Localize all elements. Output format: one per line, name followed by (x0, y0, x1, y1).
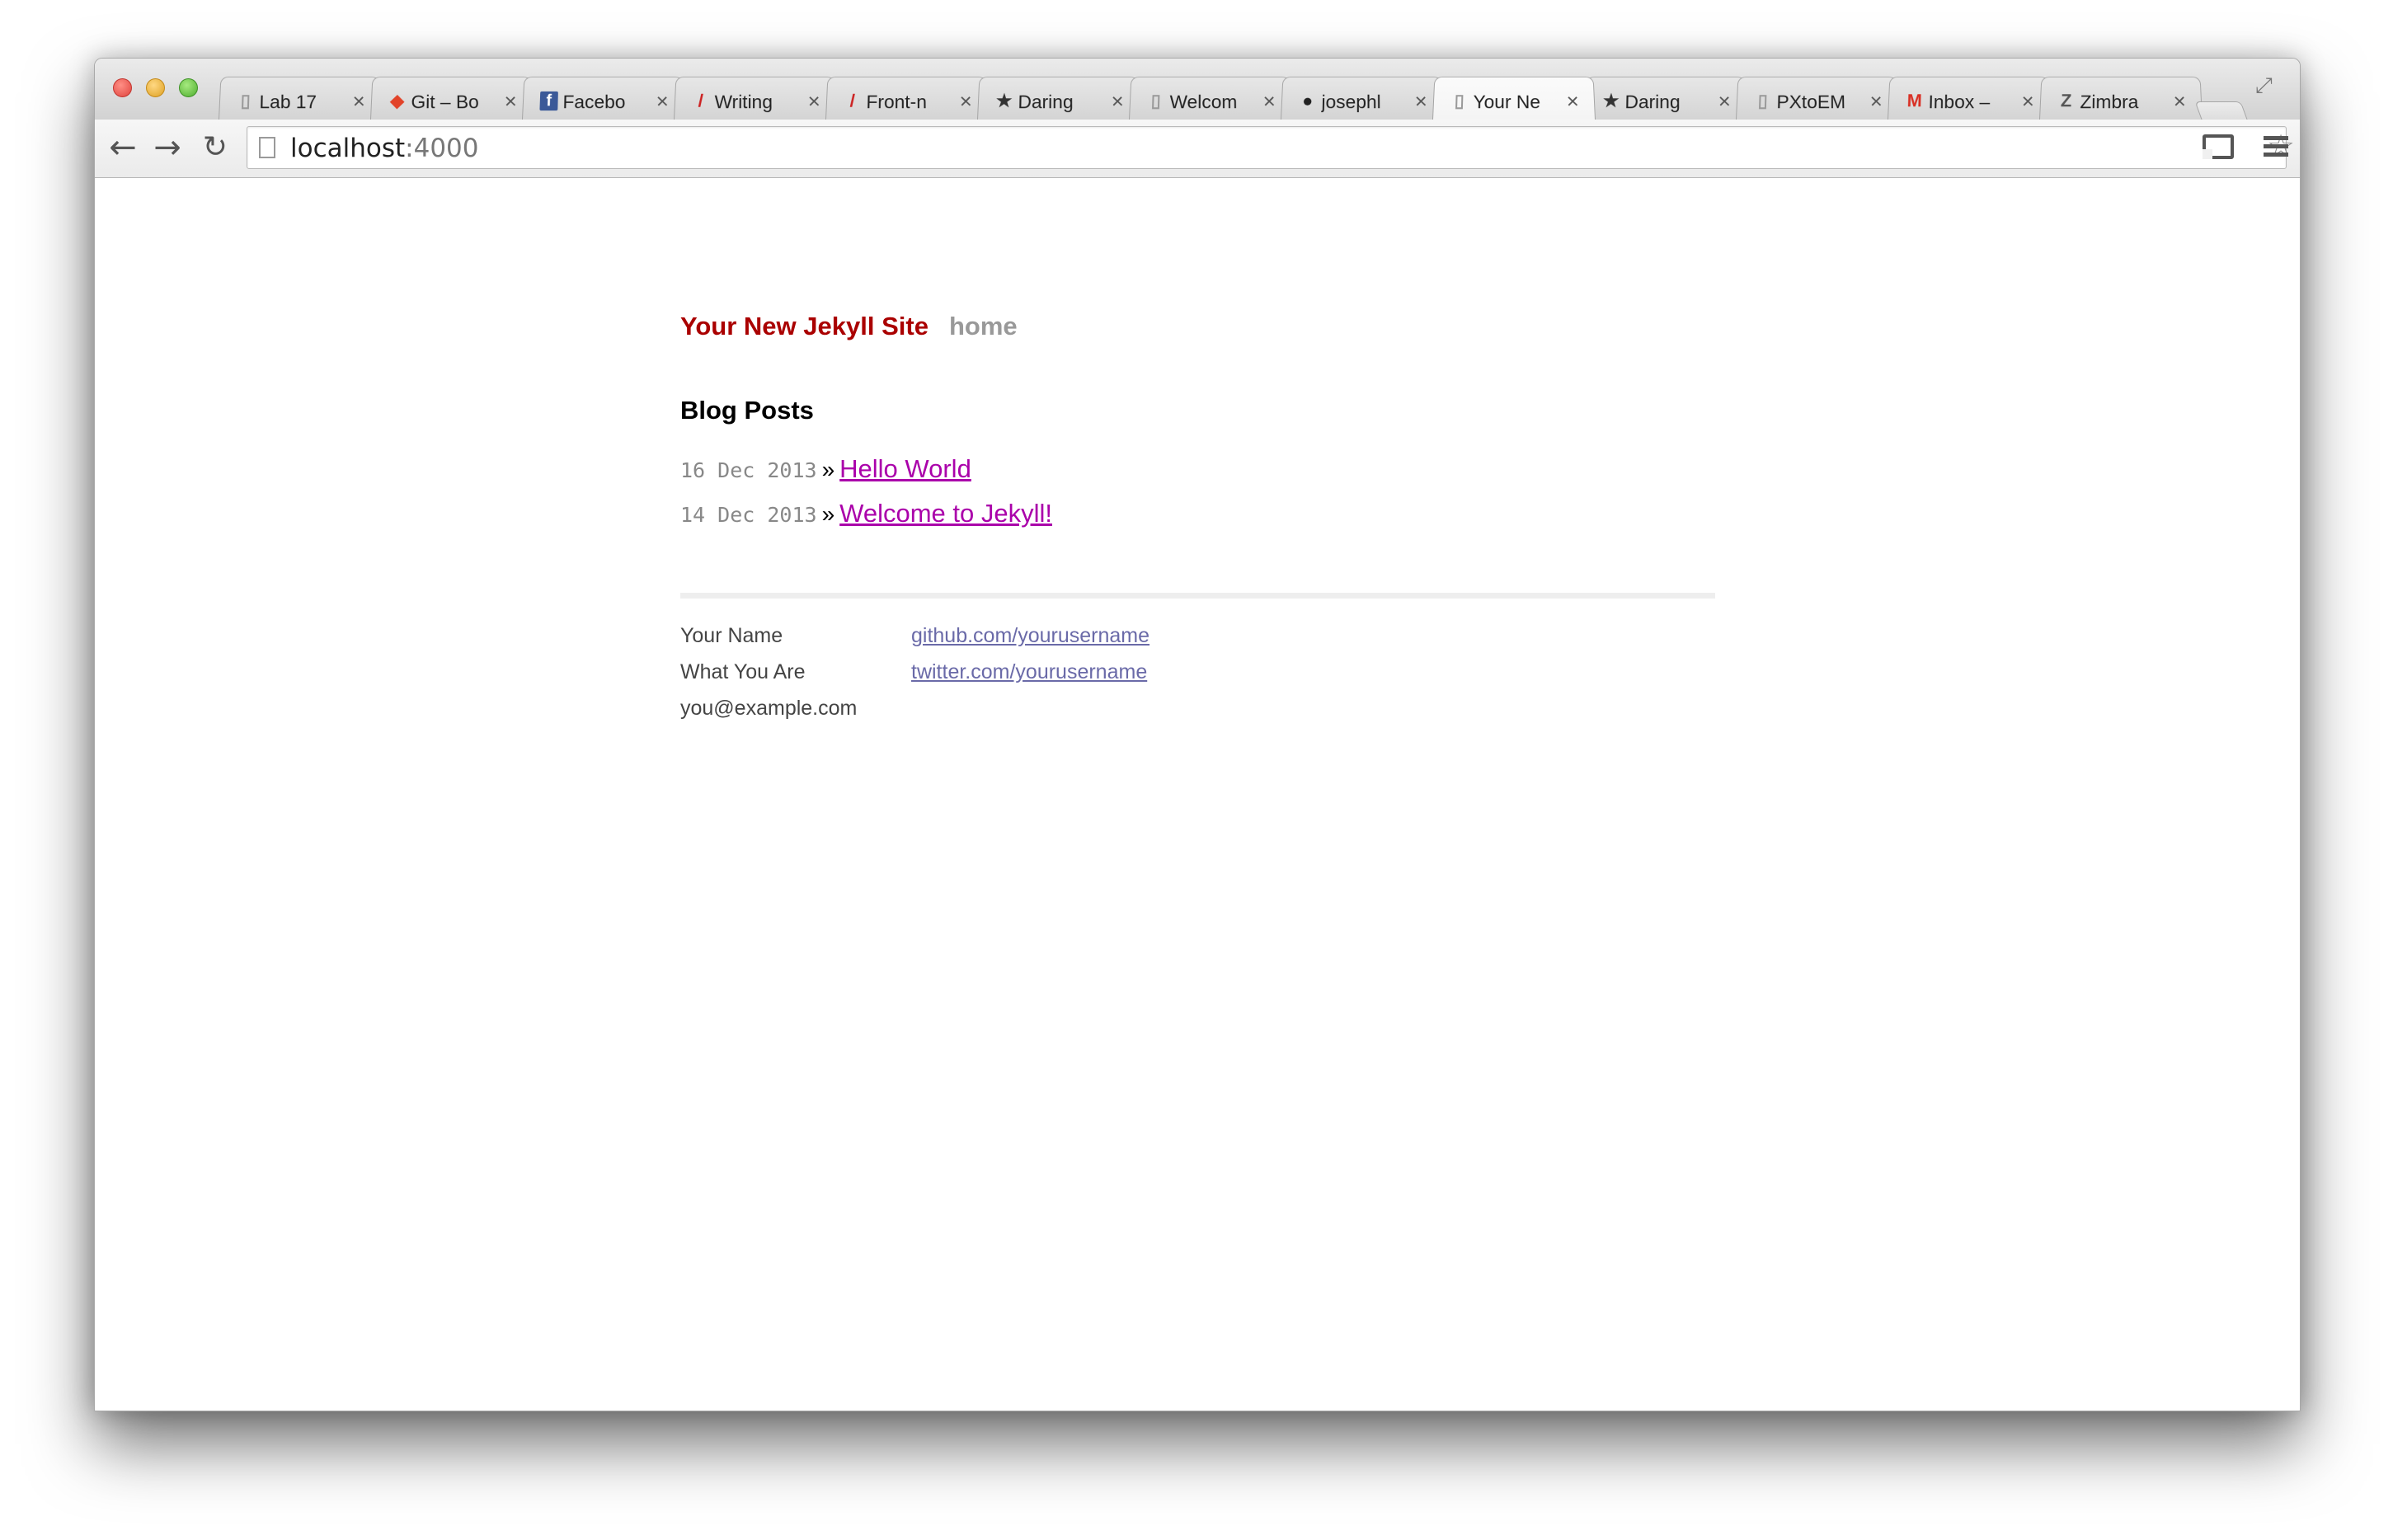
facebook-icon: f (539, 91, 558, 111)
browser-tab[interactable]: ★ Daring × (1584, 76, 1747, 120)
tab-title: Daring (1624, 91, 1681, 113)
tab-close-icon[interactable]: × (804, 89, 825, 113)
tab-title: Welcom (1169, 91, 1238, 113)
post-date: 14 Dec 2013 (680, 503, 817, 527)
tab-close-icon[interactable]: × (956, 89, 976, 113)
post-title-link[interactable]: Welcome to Jekyll! (839, 495, 1052, 532)
post-date: 16 Dec 2013 (680, 458, 817, 482)
quill-icon: / (849, 90, 856, 111)
nav-home-link[interactable]: home (949, 310, 1018, 343)
browser-tab[interactable]: ▯ Lab 17 × (219, 76, 382, 120)
github-icon: ● (1301, 90, 1314, 111)
post-list-item: 14 Dec 2013» Welcome to Jekyll! (680, 495, 1052, 532)
tab-title: Lab 17 (259, 91, 317, 113)
tab-close-icon[interactable]: × (501, 89, 521, 113)
browser-tab[interactable]: ★ Daring × (977, 76, 1140, 120)
post-title-link[interactable]: Hello World (839, 451, 971, 487)
forward-button[interactable]: → (149, 129, 186, 166)
browser-tab[interactable]: ▯ PXtoEM × (1736, 76, 1899, 120)
fullscreen-icon[interactable]: ⤢ (2255, 73, 2278, 96)
browser-tab[interactable]: ▯ Your Ne × (1432, 76, 1596, 120)
tab-title: Daring (1018, 91, 1074, 113)
browser-tab[interactable]: / Writing × (674, 76, 837, 120)
tab-title: Git – Bo (411, 91, 479, 113)
browser-tab[interactable]: ▯ Welcom × (1129, 76, 1292, 120)
gmail-icon: M (1906, 90, 1923, 111)
page-icon: ▯ (1757, 90, 1769, 111)
page-icon: ▯ (1150, 90, 1162, 111)
quill-icon: / (698, 90, 704, 111)
git-icon: ◆ (389, 90, 405, 111)
tab-title: Inbox – (1928, 91, 1991, 113)
tab-close-icon[interactable]: × (1107, 89, 1128, 113)
star-circle-icon: ★ (1602, 90, 1620, 111)
browser-tab[interactable]: ◆ Git – Bo × (370, 76, 534, 120)
twitter-link[interactable]: twitter.com/yourusername (911, 658, 1147, 686)
blog-posts-heading: Blog Posts (680, 396, 814, 425)
page-content: Your New Jekyll Site home Blog Posts 16 … (95, 178, 2300, 1411)
tab-close-icon[interactable]: × (652, 89, 673, 113)
window-zoom-button[interactable] (179, 78, 198, 97)
post-list-item: 16 Dec 2013» Hello World (680, 451, 971, 487)
browser-tab[interactable]: f Facebo × (522, 76, 685, 120)
tab-close-icon[interactable]: × (1866, 89, 1887, 113)
footer-email: you@example.com (680, 697, 858, 720)
footer-name: Your Name (680, 624, 783, 647)
page-icon: ▯ (240, 90, 252, 111)
back-button[interactable]: ← (105, 129, 141, 166)
tab-title: Facebo (562, 91, 626, 113)
tab-close-icon[interactable]: × (349, 89, 369, 113)
browser-tab[interactable]: M Inbox – × (1888, 76, 2051, 120)
menu-icon[interactable] (2264, 136, 2288, 157)
post-separator: » (821, 501, 835, 527)
page-icon: ▯ (1454, 90, 1465, 111)
address-bar[interactable]: localhost:4000 ☆ (247, 126, 2295, 169)
browser-tab[interactable]: Z Zimbra × (2039, 76, 2203, 120)
browser-window: ▯ Lab 17 × ◆ Git – Bo × f Facebo × / Writing × / Fron… (94, 58, 2301, 1411)
browser-tab[interactable]: ● josephl × (1281, 76, 1444, 120)
title-bar: ▯ Lab 17 × ◆ Git – Bo × f Facebo × / Writing × / Fron… (95, 59, 2300, 126)
post-separator: » (821, 457, 835, 482)
window-close-button[interactable] (113, 78, 132, 97)
reload-button[interactable]: ↻ (197, 129, 233, 166)
tab-title: PXtoEM (1776, 91, 1846, 113)
cast-icon[interactable] (2203, 134, 2234, 159)
star-circle-icon: ★ (995, 90, 1013, 111)
url-text[interactable]: localhost:4000 (290, 134, 479, 163)
tab-close-icon[interactable]: × (2018, 89, 2038, 113)
url-host: localhost (290, 134, 406, 163)
tab-strip: ▯ Lab 17 × ◆ Git – Bo × f Facebo × / Writing × / Fron… (219, 75, 2297, 126)
tab-close-icon[interactable]: × (2170, 89, 2190, 113)
browser-toolbar: ← → ↻ localhost:4000 ☆ (95, 120, 2300, 178)
tab-title: Front-n (866, 91, 928, 113)
tab-title: Zimbra (2080, 91, 2139, 113)
page-icon (259, 137, 275, 158)
github-link[interactable]: github.com/yourusername (911, 622, 1149, 650)
browser-tab[interactable]: / Front-n × (825, 76, 989, 120)
footer-role: What You Are (680, 660, 806, 683)
window-minimize-button[interactable] (146, 78, 165, 97)
tab-close-icon[interactable]: × (1411, 89, 1432, 113)
zimbra-icon: Z (2060, 90, 2072, 111)
tab-close-icon[interactable]: × (1259, 89, 1280, 113)
tab-title: Your Ne (1473, 91, 1541, 113)
tab-close-icon[interactable]: × (1563, 89, 1583, 113)
tab-title: Writing (714, 91, 773, 113)
site-title-link[interactable]: Your New Jekyll Site (680, 310, 929, 343)
footer-divider (680, 593, 1715, 599)
url-port: :4000 (405, 134, 479, 163)
tab-title: josephl (1321, 91, 1381, 113)
tab-close-icon[interactable]: × (1714, 89, 1735, 113)
